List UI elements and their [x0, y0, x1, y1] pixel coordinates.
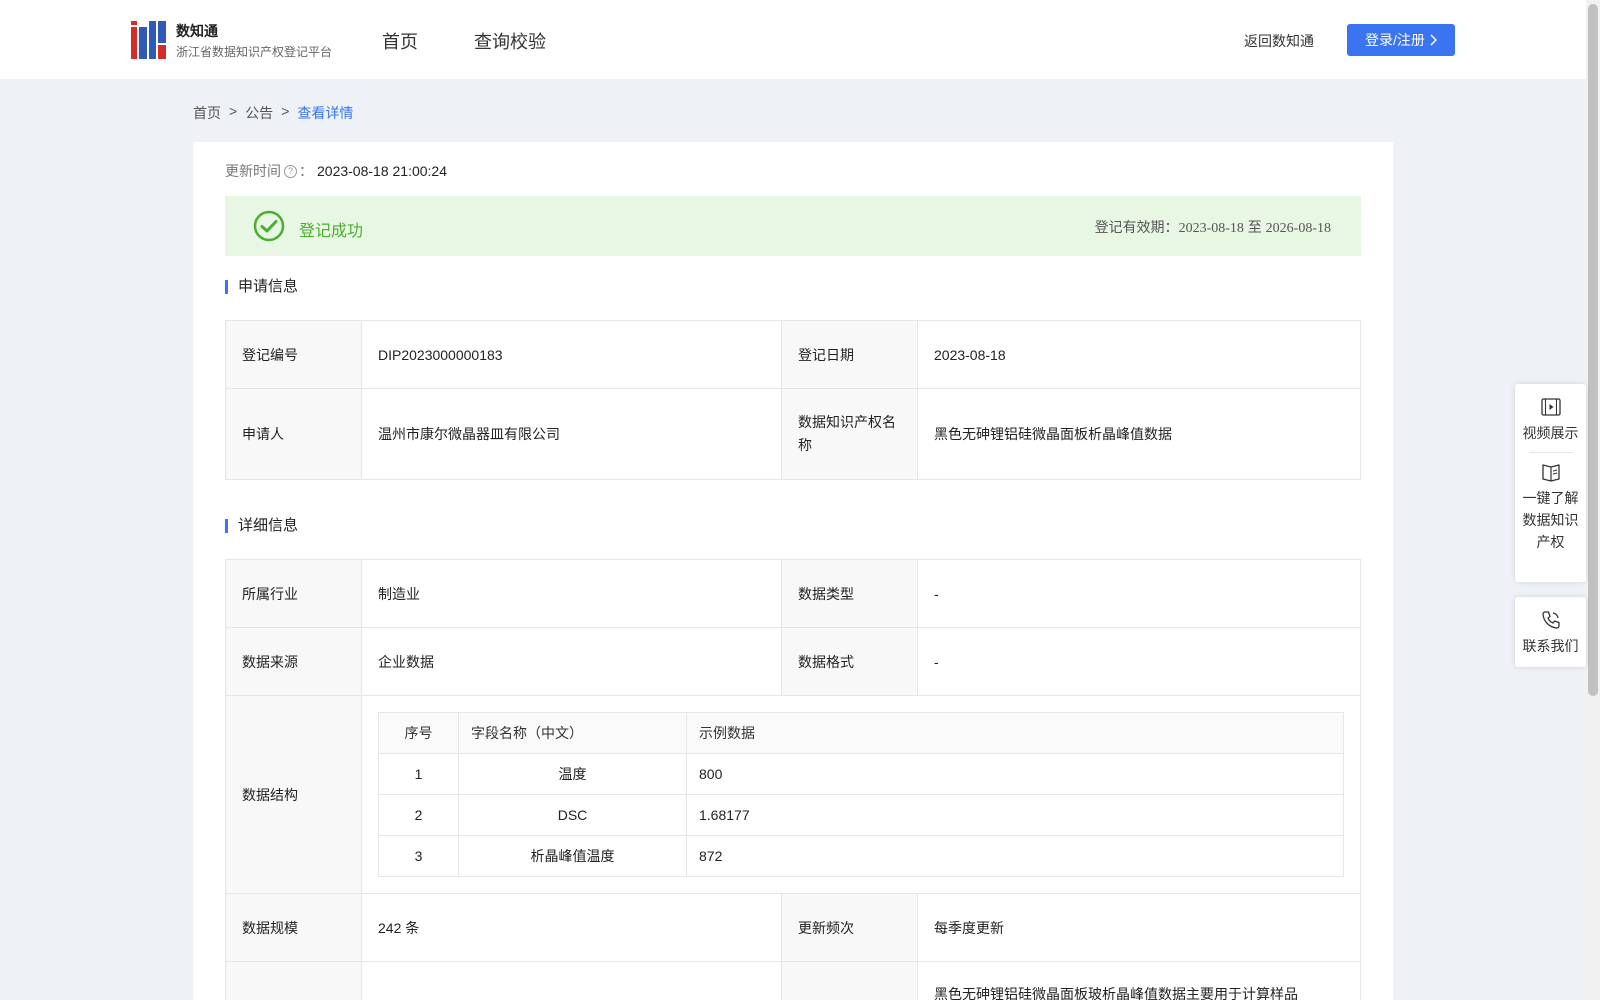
section-title-application: 申请信息: [225, 279, 298, 294]
breadcrumb: 首页 > 公告 > 查看详情: [193, 103, 353, 123]
video-icon: [1540, 398, 1561, 416]
table-row: 所属行业 制造业 数据类型 -: [225, 559, 1361, 628]
industry-label: 所属行业: [225, 559, 362, 628]
chevron-right-icon: [1430, 34, 1437, 46]
status-text: 登记成功: [299, 223, 364, 240]
validity-start: 2023-08-18: [1178, 221, 1244, 236]
login-register-label: 登录/注册: [1365, 32, 1425, 48]
validity-label: 登记有效期：: [1094, 219, 1179, 235]
field-name: 析晶峰值温度: [458, 835, 687, 877]
table-row: 2 DSC 1.68177: [378, 794, 1344, 836]
side-panel: 视频展示 一键了解数据知识产权: [1515, 384, 1586, 582]
breadcrumb-separator: >: [281, 103, 290, 119]
reg-date-label: 登记日期: [781, 320, 918, 389]
reg-no-value: DIP2023000000183: [361, 320, 782, 389]
table-row: 申请人 温州市康尔微晶器皿有限公司 数据知识产权名称 黑色无砷锂铝硅微晶面板析晶…: [225, 388, 1361, 480]
sample-data: 872: [686, 835, 1344, 877]
scrollbar-thumb[interactable]: [1588, 4, 1598, 696]
breadcrumb-current: 查看详情: [297, 105, 354, 121]
table-row: 数据规模 242 条 更新频次 每季度更新: [225, 893, 1361, 962]
vertical-scrollbar[interactable]: [1586, 0, 1600, 1000]
phone-icon: [1541, 611, 1560, 629]
frequency-value: 每季度更新: [917, 893, 1361, 962]
description-value: 黑色无砷锂铝硅微晶面板玻析晶峰值数据主要用于计算样品: [917, 961, 1361, 1000]
column-header: 示例数据: [686, 712, 1344, 754]
contact-panel: 联系我们: [1515, 597, 1586, 667]
nav-query-verify[interactable]: 查询校验: [474, 28, 546, 54]
learn-ip-button[interactable]: 一键了解数据知识产权: [1515, 461, 1586, 553]
source-label: 数据来源: [225, 627, 362, 696]
ip-name-value: 黑色无砷锂铝硅微晶面板析晶峰值数据: [917, 388, 1361, 480]
applicant-value: 温州市康尔微晶器皿有限公司: [361, 388, 782, 480]
table-row: 3 析晶峰值温度 872: [378, 835, 1344, 877]
reg-date-value: 2023-08-18: [917, 320, 1361, 389]
contact-us-label: 联系我们: [1522, 638, 1579, 654]
detail-info-table: 所属行业 制造业 数据类型 - 数据来源 企业数据 数据格式 - 数据结构 序号…: [225, 559, 1361, 1000]
row-index: 2: [378, 794, 459, 836]
logo-title[interactable]: 数知通: [176, 21, 218, 41]
table-header-row: 序号 字段名称（中文） 示例数据: [378, 712, 1344, 754]
validity-end: 2026-08-18: [1265, 221, 1331, 236]
login-register-button[interactable]: 登录/注册: [1347, 24, 1455, 56]
table-row: 1 温度 800: [378, 753, 1344, 795]
source-value: 企业数据: [361, 627, 782, 696]
field-name: DSC: [458, 794, 687, 836]
data-type-label: 数据类型: [781, 559, 918, 628]
learn-ip-label: 一键了解数据知识产权: [1522, 490, 1579, 550]
table-row: 登记编号 DIP2023000000183 登记日期 2023-08-18: [225, 320, 1361, 389]
update-time-value: 2023-08-18 21:00:24: [317, 163, 447, 179]
table-row: 数据来源 企业数据 数据格式 -: [225, 627, 1361, 696]
structure-label: 数据结构: [225, 695, 362, 894]
update-time-separator: ：: [299, 163, 313, 179]
data-type-value: -: [917, 559, 1361, 628]
detail-card: 更新时间 ? ： 2023-08-18 21:00:24 登记成功 登记有效期：…: [193, 142, 1393, 1000]
table-row: 黑色无砷锂铝硅微晶面板玻析晶峰值数据主要用于计算样品: [225, 961, 1361, 1000]
format-label: 数据格式: [781, 627, 918, 696]
scale-label: 数据规模: [225, 893, 362, 962]
frequency-label: 更新频次: [781, 893, 918, 962]
validity-to: 至: [1247, 219, 1262, 235]
help-icon[interactable]: ?: [284, 164, 297, 178]
top-header: 数知通 浙江省数据知识产权登记平台 首页 查询校验 返回数知通 登录/注册: [0, 0, 1586, 79]
validity-period: 登记有效期：2023-08-18 至 2026-08-18: [1095, 217, 1331, 237]
check-circle-icon: [253, 210, 285, 242]
book-icon: [1541, 464, 1560, 482]
sample-data: 800: [686, 753, 1344, 795]
side-divider: [1528, 452, 1573, 453]
video-showcase-button[interactable]: 视频展示: [1515, 384, 1586, 444]
industry-value: 制造业: [361, 559, 782, 628]
description-empty: [361, 961, 782, 1000]
contact-us-button[interactable]: 联系我们: [1515, 597, 1586, 657]
nav-home[interactable]: 首页: [382, 28, 418, 54]
field-name: 温度: [458, 753, 687, 795]
logo-subtitle: 浙江省数据知识产权登记平台: [176, 45, 333, 59]
logo-icon[interactable]: [131, 21, 166, 59]
column-header: 序号: [378, 712, 459, 754]
description-label-2: [781, 961, 918, 1000]
data-structure-table: 序号 字段名称（中文） 示例数据 1 温度 800 2 DSC 1.68177: [378, 712, 1344, 877]
row-index: 1: [378, 753, 459, 795]
description-label: [225, 961, 362, 1000]
sample-data: 1.68177: [686, 794, 1344, 836]
breadcrumb-separator: >: [229, 103, 238, 119]
application-info-table: 登记编号 DIP2023000000183 登记日期 2023-08-18 申请…: [225, 320, 1361, 480]
update-time-label: 更新时间: [225, 163, 281, 179]
row-index: 3: [378, 835, 459, 877]
format-value: -: [917, 627, 1361, 696]
scale-value: 242 条: [361, 893, 782, 962]
status-banner: 登记成功 登记有效期：2023-08-18 至 2026-08-18: [225, 196, 1361, 256]
table-row: 数据结构 序号 字段名称（中文） 示例数据 1 温度 800 2 DSC 1.6…: [225, 695, 1361, 894]
update-time: 更新时间 ? ： 2023-08-18 21:00:24: [225, 161, 447, 181]
structure-cell: 序号 字段名称（中文） 示例数据 1 温度 800 2 DSC 1.68177: [361, 695, 1361, 894]
reg-no-label: 登记编号: [225, 320, 362, 389]
section-title-details: 详细信息: [225, 518, 298, 533]
ip-name-label: 数据知识产权名称: [781, 388, 918, 480]
return-link[interactable]: 返回数知通: [1244, 31, 1314, 51]
breadcrumb-home[interactable]: 首页: [193, 103, 221, 123]
column-header: 字段名称（中文）: [458, 712, 687, 754]
breadcrumb-announcement[interactable]: 公告: [245, 103, 273, 123]
video-showcase-label: 视频展示: [1522, 425, 1579, 441]
applicant-label: 申请人: [225, 388, 362, 480]
